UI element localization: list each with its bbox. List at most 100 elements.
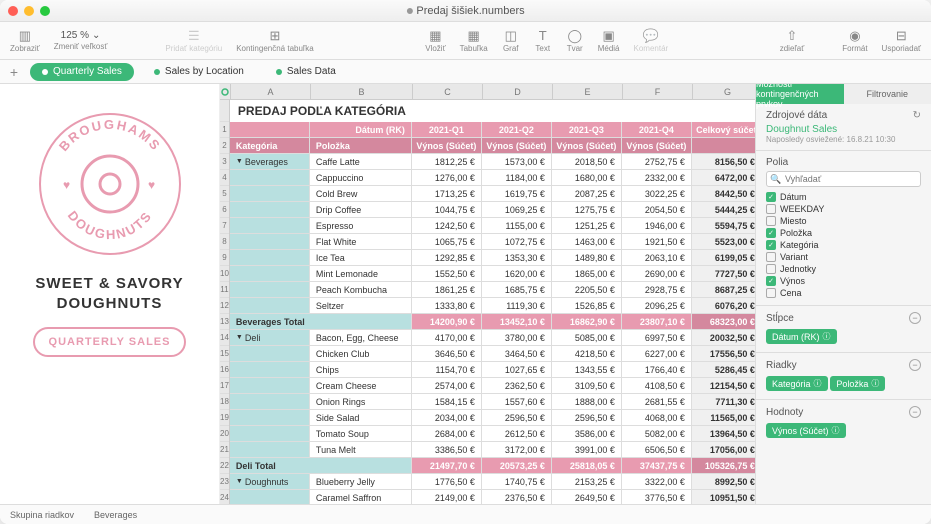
- table-row[interactable]: ▼DeliBacon, Egg, Cheese4170,00 €3780,00 …: [230, 330, 755, 346]
- format-button[interactable]: ◉Formát: [842, 29, 867, 53]
- pivot-button[interactable]: ⊞Kontingenčná tabuľka: [236, 29, 314, 53]
- col-header[interactable]: G: [693, 84, 755, 99]
- fields-search-input[interactable]: [766, 171, 921, 187]
- row-field-pill[interactable]: Položkaⓘ: [830, 376, 885, 391]
- table-row[interactable]: Drip Coffee1044,75 €1069,25 €1275,75 €20…: [230, 202, 755, 218]
- remove-button[interactable]: −: [909, 406, 921, 418]
- col-header[interactable]: C: [413, 84, 483, 99]
- row-header[interactable]: 9: [220, 250, 229, 266]
- fields-label: Polia: [766, 157, 921, 168]
- field-checkbox[interactable]: WEEKDAY: [766, 203, 921, 215]
- table-row[interactable]: ▼DoughnutsBlueberry Jelly1776,50 €1740,7…: [230, 474, 755, 490]
- view-button[interactable]: ▥Zobraziť: [10, 29, 40, 53]
- table-row[interactable]: Chicken Club3646,50 €3464,50 €4218,50 €6…: [230, 346, 755, 362]
- sheet-tab[interactable]: Sales Data: [264, 63, 348, 81]
- row-header[interactable]: 22: [220, 458, 229, 474]
- table-row[interactable]: Flat White1065,75 €1072,75 €1463,00 €192…: [230, 234, 755, 250]
- row-header[interactable]: 2: [220, 138, 229, 154]
- minimize-icon[interactable]: [24, 6, 34, 16]
- row-header[interactable]: 14: [220, 330, 229, 346]
- table-row[interactable]: Mint Lemonade1552,50 €1620,00 €1865,00 €…: [230, 266, 755, 282]
- insert-button[interactable]: ▦Vložiť: [425, 29, 445, 53]
- source-table-link[interactable]: Doughnut Sales: [766, 124, 921, 135]
- row-header[interactable]: 23: [220, 474, 229, 490]
- filter-tab[interactable]: Filtrovanie: [844, 84, 931, 104]
- col-header[interactable]: D: [483, 84, 553, 99]
- row-header[interactable]: 1: [220, 122, 229, 138]
- quarterly-sales-button[interactable]: QUARTERLY SALES: [33, 327, 187, 357]
- sheet-tab[interactable]: Sales by Location: [142, 63, 256, 81]
- column-field-pill[interactable]: Dátum (RK)ⓘ: [766, 329, 837, 344]
- row-header[interactable]: 8: [220, 234, 229, 250]
- table-row[interactable]: Side Salad2034,00 €2596,50 €2596,50 €406…: [230, 410, 755, 426]
- row-header[interactable]: 16: [220, 362, 229, 378]
- refresh-icon[interactable]: ↻: [913, 110, 921, 121]
- table-row[interactable]: Caramel Saffron2149,00 €2376,50 €2649,50…: [230, 490, 755, 504]
- table-row[interactable]: Espresso1242,50 €1155,00 €1251,25 €1946,…: [230, 218, 755, 234]
- row-header[interactable]: 21: [220, 442, 229, 458]
- text-button[interactable]: TText: [534, 29, 552, 53]
- maximize-icon[interactable]: [40, 6, 50, 16]
- row-field-pill[interactable]: Kategóriaⓘ: [766, 376, 828, 391]
- select-all-corner[interactable]: [220, 84, 231, 99]
- row-header[interactable]: 12: [220, 298, 229, 314]
- col-header[interactable]: B: [311, 84, 413, 99]
- share-button[interactable]: ⇧zdieľať: [780, 29, 804, 53]
- row-header[interactable]: 24: [220, 490, 229, 504]
- table-row[interactable]: ▼BeveragesCaffe Latte1812,25 €1573,00 €2…: [230, 154, 755, 170]
- col-header[interactable]: A: [231, 84, 311, 99]
- organize-button[interactable]: ⊟Usporiadať: [882, 29, 921, 53]
- field-checkbox[interactable]: ✓Dátum: [766, 191, 921, 203]
- columns-label: Stĺpce: [766, 313, 794, 324]
- table-row[interactable]: Onion Rings1584,15 €1557,60 €1888,00 €26…: [230, 394, 755, 410]
- row-header[interactable]: 17: [220, 378, 229, 394]
- zoom-control[interactable]: 125 %⌄Zmeniť veľkosť: [54, 30, 108, 51]
- col-header[interactable]: F: [623, 84, 693, 99]
- row-header[interactable]: 20: [220, 426, 229, 442]
- row-header[interactable]: 15: [220, 346, 229, 362]
- remove-button[interactable]: −: [909, 312, 921, 324]
- table-row[interactable]: Tomato Soup2684,00 €2612,50 €3586,00 €50…: [230, 426, 755, 442]
- pivot-table[interactable]: PREDAJ PODĽA KATEGÓRIADátum (RK)2021-Q12…: [230, 100, 755, 504]
- comment-button[interactable]: 💬Komentár: [634, 29, 669, 53]
- add-sheet-button[interactable]: +: [6, 64, 22, 80]
- table-row[interactable]: Tuna Melt3386,50 €3172,00 €3991,00 €6506…: [230, 442, 755, 458]
- col-header[interactable]: E: [553, 84, 623, 99]
- row-header[interactable]: 10: [220, 266, 229, 282]
- field-checkbox[interactable]: ✓Výnos: [766, 275, 921, 287]
- chart-button[interactable]: ◫Graf: [502, 29, 520, 53]
- field-checkbox[interactable]: Jednotky: [766, 263, 921, 275]
- table-row[interactable]: Cream Cheese2574,00 €2362,50 €3109,50 €4…: [230, 378, 755, 394]
- row-header[interactable]: 6: [220, 202, 229, 218]
- row-header[interactable]: 4: [220, 170, 229, 186]
- remove-button[interactable]: −: [909, 359, 921, 371]
- table-row[interactable]: Cold Brew1713,25 €1619,75 €2087,25 €3022…: [230, 186, 755, 202]
- row-header[interactable]: 5: [220, 186, 229, 202]
- row-header[interactable]: 3: [220, 154, 229, 170]
- table-row[interactable]: Chips1154,70 €1027,65 €1343,55 €1766,40 …: [230, 362, 755, 378]
- add-category-button[interactable]: ☰Pridať kategóriu: [165, 29, 222, 53]
- field-checkbox[interactable]: Miesto: [766, 215, 921, 227]
- close-icon[interactable]: [8, 6, 18, 16]
- row-header[interactable]: 11: [220, 282, 229, 298]
- field-checkbox[interactable]: ✓Položka: [766, 227, 921, 239]
- subtotal-row[interactable]: Deli Total21497,70 €20573,25 €25818,05 €…: [230, 458, 755, 474]
- table-row[interactable]: Seltzer1333,80 €1119,30 €1526,85 €2096,2…: [230, 298, 755, 314]
- row-header[interactable]: 19: [220, 410, 229, 426]
- row-header[interactable]: 7: [220, 218, 229, 234]
- shape-button[interactable]: ◯Tvar: [566, 29, 584, 53]
- value-field-pill[interactable]: Výnos (Súčet)ⓘ: [766, 423, 846, 438]
- row-header[interactable]: 18: [220, 394, 229, 410]
- table-button[interactable]: ▦Tabuľka: [460, 29, 488, 53]
- sheet-tab[interactable]: Quarterly Sales: [30, 63, 134, 81]
- table-row[interactable]: Peach Kombucha1861,25 €1685,75 €2205,50 …: [230, 282, 755, 298]
- media-button[interactable]: ▣Médiá: [598, 29, 620, 53]
- subtotal-row[interactable]: Beverages Total14200,90 €13452,10 €16862…: [230, 314, 755, 330]
- table-row[interactable]: Cappuccino1276,00 €1184,00 €1680,00 €233…: [230, 170, 755, 186]
- row-header[interactable]: 13: [220, 314, 229, 330]
- field-checkbox[interactable]: ✓Kategória: [766, 239, 921, 251]
- field-checkbox[interactable]: Cena: [766, 287, 921, 299]
- field-checkbox[interactable]: Variant: [766, 251, 921, 263]
- pivot-options-tab[interactable]: Možnosti kontingenčných prvkov: [756, 84, 844, 104]
- table-row[interactable]: Ice Tea1292,85 €1353,30 €1489,80 €2063,1…: [230, 250, 755, 266]
